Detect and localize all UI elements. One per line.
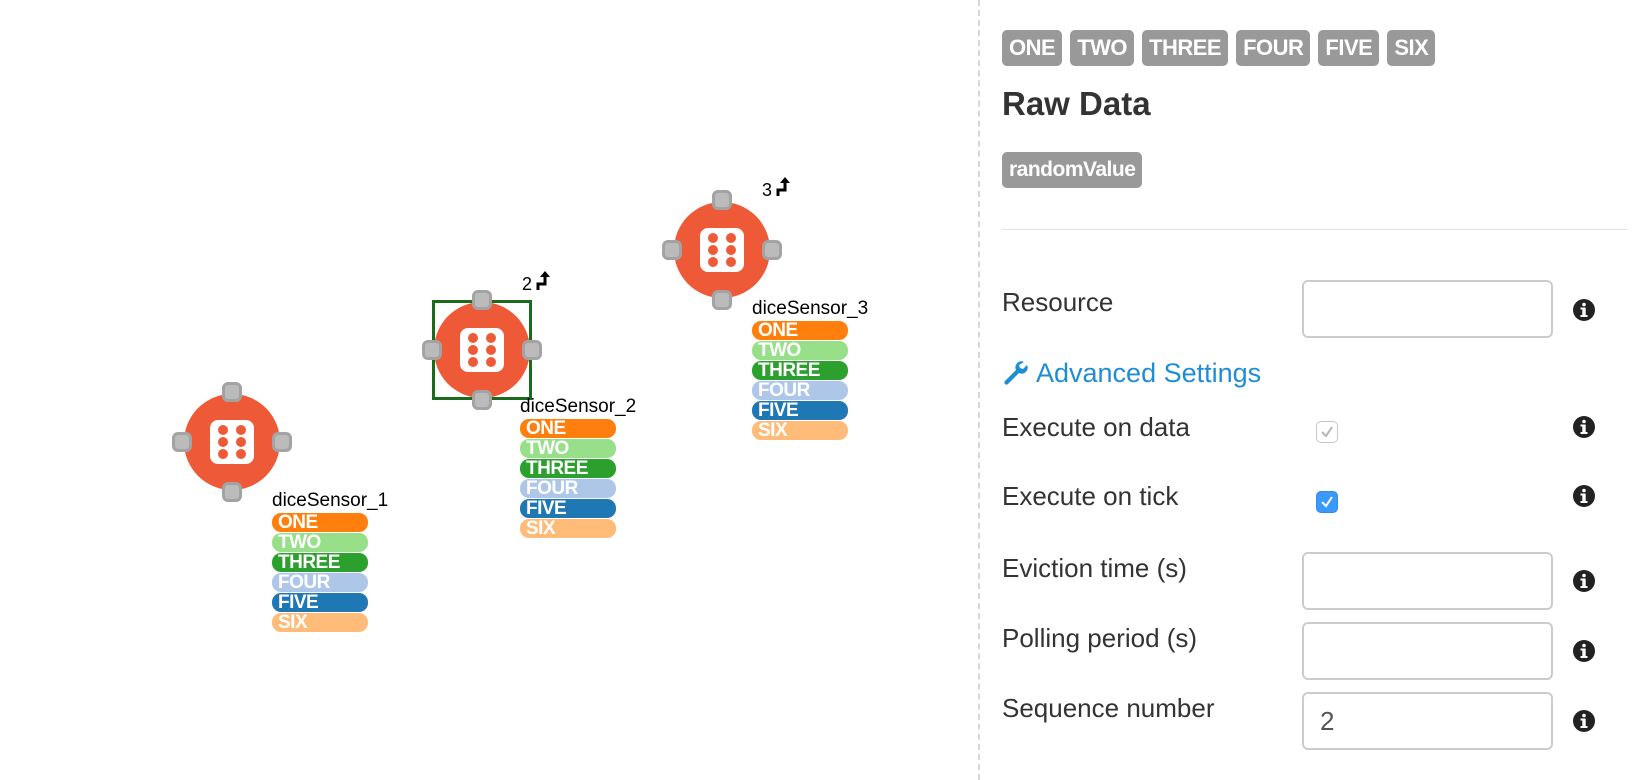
section-divider <box>1002 229 1628 230</box>
output-port-right[interactable] <box>522 340 542 360</box>
execute-on-tick-label: Execute on tick <box>1002 481 1179 511</box>
checkmark-icon <box>1321 496 1333 508</box>
output-port-right[interactable] <box>272 432 292 452</box>
raw-data-title: Raw Data <box>1002 85 1151 122</box>
node-body[interactable] <box>184 394 280 490</box>
output-tag-one[interactable]: ONE <box>272 513 368 532</box>
output-port-bottom[interactable] <box>712 290 732 310</box>
polling-period-label: Polling period (s) <box>1002 623 1198 653</box>
advanced-settings-link[interactable]: Advanced Settings <box>1002 356 1261 390</box>
info-icon[interactable] <box>1572 709 1596 733</box>
output-badge-one[interactable]: ONE <box>1002 30 1063 66</box>
arrow-turn-up-icon <box>536 271 551 290</box>
output-badge-five[interactable]: FIVE <box>1318 30 1380 66</box>
info-icon[interactable] <box>1572 639 1596 663</box>
output-tag-three[interactable]: THREE <box>752 361 848 380</box>
output-tag-four[interactable]: FOUR <box>752 381 848 400</box>
output-tag-four[interactable]: FOUR <box>520 479 616 498</box>
output-tag-four[interactable]: FOUR <box>272 573 368 592</box>
input-port-left[interactable] <box>662 240 682 260</box>
output-port-bottom[interactable] <box>222 482 242 502</box>
node-label-dicesensor-1: diceSensor_1 ONE TWO THREE FOUR FIVE SIX <box>272 490 388 632</box>
output-tag-two[interactable]: TWO <box>272 533 368 552</box>
raw-data-badge[interactable]: randomValue <box>1002 152 1143 188</box>
output-tag-three[interactable]: THREE <box>520 459 616 478</box>
node-name[interactable]: diceSensor_2 <box>520 396 636 418</box>
sequence-number: 2 <box>522 274 533 294</box>
execute-on-data-label: Execute on data <box>1002 412 1190 442</box>
polling-period-input[interactable] <box>1302 622 1553 680</box>
panel-divider <box>978 0 980 780</box>
dice-six-icon <box>460 328 504 372</box>
info-icon[interactable] <box>1572 569 1596 593</box>
graph-canvas[interactable]: diceSensor_1 ONE TWO THREE FOUR FIVE SIX… <box>0 0 975 780</box>
eviction-time-input[interactable] <box>1302 552 1553 610</box>
execute-on-tick-checkbox[interactable] <box>1316 491 1338 513</box>
sequence-marker: 2 <box>522 270 552 294</box>
checkmark-icon <box>1321 426 1333 438</box>
output-badge-row: ONE TWO THREE FOUR FIVE SIX <box>1002 30 1436 66</box>
sequence-marker: 3 <box>762 176 792 200</box>
output-tag-one[interactable]: ONE <box>520 419 616 438</box>
node-label-dicesensor-2: diceSensor_2 ONE TWO THREE FOUR FIVE SIX <box>520 396 636 538</box>
node-body[interactable] <box>434 302 530 398</box>
output-tag-three[interactable]: THREE <box>272 553 368 572</box>
input-port-left[interactable] <box>172 432 192 452</box>
node-name[interactable]: diceSensor_3 <box>752 298 868 320</box>
output-badge-four[interactable]: FOUR <box>1236 30 1311 66</box>
input-port-top[interactable] <box>712 190 732 210</box>
info-icon[interactable] <box>1572 484 1596 508</box>
output-tag-two[interactable]: TWO <box>752 341 848 360</box>
output-badge-three[interactable]: THREE <box>1142 30 1229 66</box>
output-tag-six[interactable]: SIX <box>520 519 616 538</box>
node-label-dicesensor-3: diceSensor_3 ONE TWO THREE FOUR FIVE SIX <box>752 298 868 440</box>
input-port-top[interactable] <box>222 382 242 402</box>
sequence-number-label: Sequence number <box>1002 693 1215 723</box>
wrench-icon <box>1004 361 1028 385</box>
input-port-top[interactable] <box>472 290 492 310</box>
node-name[interactable]: diceSensor_1 <box>272 490 388 512</box>
info-icon[interactable] <box>1572 415 1596 439</box>
output-badge-six[interactable]: SIX <box>1387 30 1436 66</box>
dice-six-icon <box>700 228 744 272</box>
node-body[interactable] <box>674 202 770 298</box>
dice-six-icon <box>210 420 254 464</box>
sequence-number-input[interactable] <box>1302 692 1553 750</box>
advanced-settings-label: Advanced Settings <box>1036 358 1262 388</box>
output-tag-five[interactable]: FIVE <box>272 593 368 612</box>
resource-label: Resource <box>1002 287 1114 317</box>
sequence-number: 3 <box>762 180 773 200</box>
output-tag-six[interactable]: SIX <box>272 613 368 632</box>
output-tag-two[interactable]: TWO <box>520 439 616 458</box>
input-port-left[interactable] <box>422 340 442 360</box>
output-badge-two[interactable]: TWO <box>1070 30 1135 66</box>
output-tag-five[interactable]: FIVE <box>520 499 616 518</box>
arrow-turn-up-icon <box>776 177 791 196</box>
resource-input[interactable] <box>1302 280 1553 338</box>
output-tag-six[interactable]: SIX <box>752 421 848 440</box>
output-tag-five[interactable]: FIVE <box>752 401 848 420</box>
eviction-time-label: Eviction time (s) <box>1002 553 1187 583</box>
output-port-right[interactable] <box>762 240 782 260</box>
properties-panel: ONE TWO THREE FOUR FIVE SIX Raw Data ran… <box>1002 0 1636 780</box>
output-port-bottom[interactable] <box>472 390 492 410</box>
output-tag-one[interactable]: ONE <box>752 321 848 340</box>
info-icon[interactable] <box>1572 298 1596 322</box>
execute-on-data-checkbox[interactable] <box>1316 421 1338 443</box>
